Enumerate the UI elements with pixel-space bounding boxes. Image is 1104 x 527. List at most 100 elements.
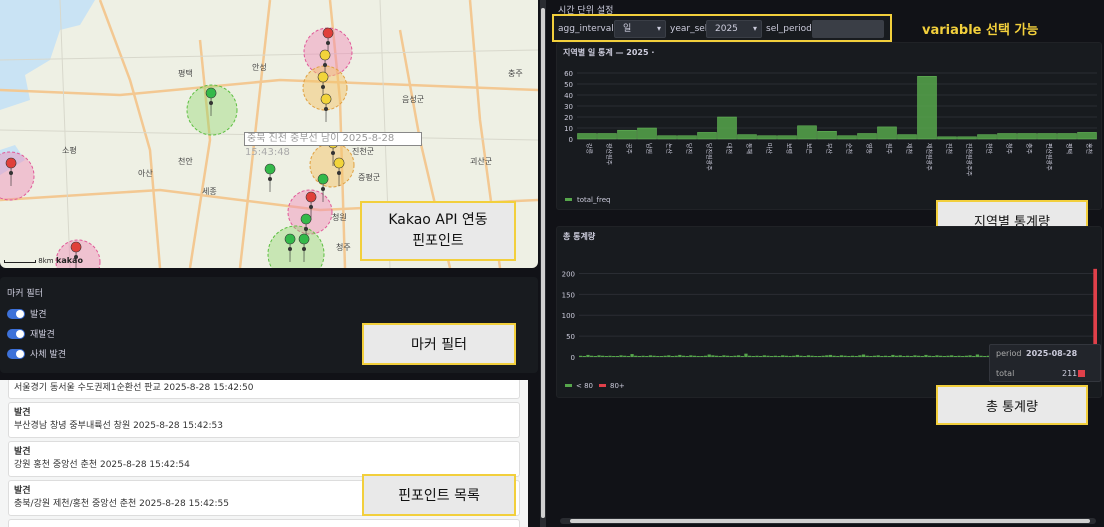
bar [977,134,997,140]
bar [797,125,817,140]
toggle-refound[interactable]: 재발견 [7,327,55,340]
x-tick-label: 편산원광주 [1045,143,1053,171]
bar-low [623,355,627,357]
bar-low [641,355,645,357]
bar-low [601,355,605,357]
bar [1077,132,1097,140]
bar-low [747,355,752,357]
year-sel-select[interactable]: 2025 ▾ [706,20,762,38]
bar-low [858,355,862,357]
y-tick-label: 60 [564,70,573,78]
bar-low [777,356,781,357]
bar [937,136,957,140]
chart-tooltip: period 2025-08-28 total 211 [989,344,1101,382]
bar [897,134,917,140]
callout-marker-filter: 마커 필터 [362,323,516,365]
bar-low [781,355,785,357]
bar-low [928,355,932,357]
agg-interval-label: agg_interval [558,24,614,34]
list-item[interactable] [8,519,520,527]
bar [957,136,977,140]
y-tick-label: 0 [571,354,575,362]
year-sel-label: year_sel [670,24,708,34]
toggle-switch[interactable] [7,348,25,359]
toggle-switch[interactable] [7,308,25,319]
x-tick-label: 원주 [885,143,893,155]
toggle-label: 재발견 [30,330,55,340]
toggle-label: 발견 [30,310,47,320]
bar-low [876,355,880,357]
callout-pinpoint-list: 핀포인트 목록 [362,474,516,516]
bar-low [942,356,946,357]
list-item[interactable]: 서울경기 동서울 수도권제1순환선 판교 2025-8-28 15:42:50 [8,380,520,399]
bar [817,131,837,140]
x-tick-label: 진천 [945,143,953,154]
bar-low [924,354,928,357]
bar-low [931,356,935,357]
bar-low [861,354,866,357]
x-tick-label: 마산 [765,143,773,155]
x-tick-label: 광산원주 [605,143,613,166]
bar-low [828,354,833,357]
bar-low [839,355,844,357]
x-tick-label: 논산 [665,143,673,155]
bar-low [905,355,910,357]
bar-low [615,356,620,357]
bar-low [663,355,667,357]
bar-low [810,355,814,357]
place-label: 음성군 [402,95,425,104]
toggle-switch[interactable] [7,328,25,339]
bar-low [894,355,899,357]
bar-low [916,355,921,357]
bar-low [865,355,869,357]
scrollbar-thumb[interactable] [570,519,1090,523]
legend-swatch [565,198,572,201]
bar-low [880,356,884,357]
bar-low [850,355,855,357]
bar-low [964,355,969,357]
bar-low [692,355,697,357]
scrollbar-thumb[interactable] [541,8,545,518]
map-scale-label: 8km [38,257,54,265]
bar-low [681,355,686,357]
bar-low [612,356,616,357]
toggle-found[interactable]: 발견 [7,307,47,320]
filter-title: 마커 필터 [7,289,43,299]
x-tick-label: 보령 [785,143,793,154]
bar-low [648,355,653,357]
sel-period-input[interactable] [812,20,884,38]
horizontal-scrollbar[interactable] [560,518,1096,524]
marker-tooltip-time: 15:43:48 [245,147,290,158]
bar [1037,133,1057,140]
red-zone [0,151,35,201]
list-item-detail: 부산경남 창녕 중부내륙선 창원 2025-8-28 15:42:53 [14,421,223,431]
marker-green[interactable] [264,163,276,193]
bar-low [740,356,744,357]
bar-low [689,355,693,357]
bar-low [634,355,638,357]
bar [997,133,1017,140]
bar-low [898,355,902,357]
callout-variable: variable 선택 가능 [922,23,1039,38]
bar-low [586,354,590,357]
bar-low [950,355,954,357]
x-tick-label: 당진 [685,143,693,154]
bar-low [946,355,950,357]
x-tick-label: 대전 [725,143,733,154]
bar-low [593,356,597,357]
list-item[interactable]: 발견 강원 홍천 중앙선 춘천 2025-8-28 15:42:54 [8,441,520,477]
toggle-carcass[interactable]: 사체 발견 [7,347,66,360]
bar-low [795,354,800,357]
bar [1017,133,1037,140]
bar-low [759,356,763,357]
bar-low [608,355,612,357]
x-tick-label: 평택 [1065,143,1073,154]
list-item[interactable]: 발견 부산경남 창녕 중부내륙선 창원 2025-8-28 15:42:53 [8,402,520,438]
vertical-scrollbar[interactable] [540,0,546,527]
y-tick-label: 20 [564,114,573,122]
bar-low [736,355,741,357]
bar-low [582,356,586,357]
y-tick-label: 50 [566,333,575,341]
agg-interval-select[interactable]: 일 ▾ [614,20,666,38]
bar-low [784,355,789,357]
